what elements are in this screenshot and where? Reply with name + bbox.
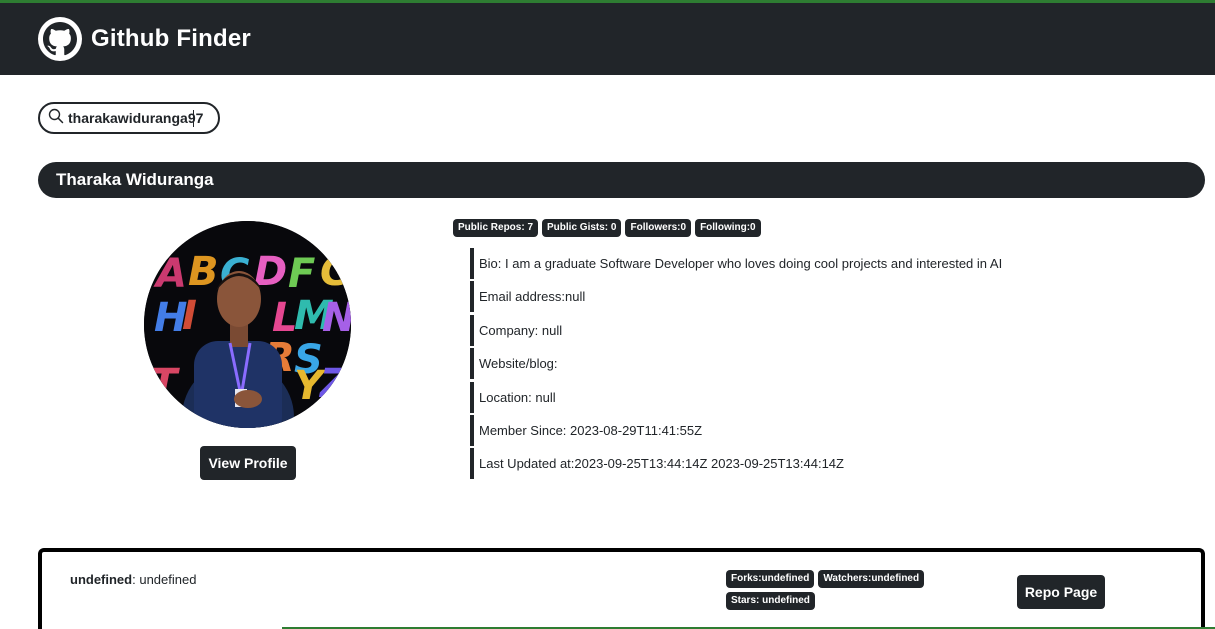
following-badge: Following:0 — [695, 219, 761, 237]
watchers-badge: Watchers:undefined — [818, 570, 925, 588]
svg-text:N: N — [322, 295, 351, 341]
profile-name-bar: Tharaka Widuranga — [38, 162, 1205, 198]
profile-stats: Public Repos: 7 Public Gists: 0 Follower… — [453, 219, 761, 237]
avatar: A B C D F G H I L M N R S T Y Z — [144, 221, 351, 428]
profile-info-list: Bio: I am a graduate Software Developer … — [470, 248, 1170, 482]
repo-name: undefined — [70, 572, 133, 587]
svg-text:F: F — [288, 251, 315, 297]
svg-text:G: G — [320, 249, 351, 295]
search-box[interactable] — [38, 102, 220, 134]
search-input[interactable] — [68, 110, 208, 126]
public-repos-badge: Public Repos: 7 — [453, 219, 539, 237]
view-profile-button[interactable]: View Profile — [200, 446, 296, 480]
repo-page-button[interactable]: Repo Page — [1017, 575, 1105, 609]
svg-text:B: B — [188, 249, 219, 295]
member-since: Member Since: 2023-08-29T11:41:55Z — [470, 414, 1170, 446]
text-caret — [193, 110, 194, 127]
followers-badge: Followers:0 — [625, 219, 692, 237]
svg-text:Z: Z — [318, 361, 350, 407]
svg-text:T: T — [150, 361, 180, 407]
github-octocat-icon[interactable] — [38, 17, 82, 61]
svg-text:A: A — [153, 251, 187, 297]
location: Location: null — [470, 381, 1170, 413]
app-title[interactable]: Github Finder — [91, 25, 251, 53]
svg-text:I: I — [182, 293, 197, 339]
navbar: Github Finder — [0, 3, 1215, 75]
repo-card: undefined: undefined Forks:undefined Wat… — [38, 548, 1205, 629]
search-icon — [48, 108, 64, 129]
repo-title: undefined: undefined — [70, 572, 196, 587]
website-blog: Website/blog: — [470, 348, 1170, 380]
public-gists-badge: Public Gists: 0 — [542, 219, 622, 237]
repo-description: : undefined — [132, 572, 197, 587]
bio: Bio: I am a graduate Software Developer … — [470, 248, 1170, 279]
stars-badge: Stars: undefined — [726, 592, 815, 610]
repo-stats: Forks:undefined Watchers:undefined Stars… — [726, 570, 936, 610]
email-address: Email address:null — [470, 281, 1170, 313]
profile-name: Tharaka Widuranga — [56, 170, 214, 189]
company: Company: null — [470, 314, 1170, 346]
forks-badge: Forks:undefined — [726, 570, 815, 588]
last-updated: Last Updated at:2023-09-25T13:44:14Z 202… — [470, 448, 1170, 480]
